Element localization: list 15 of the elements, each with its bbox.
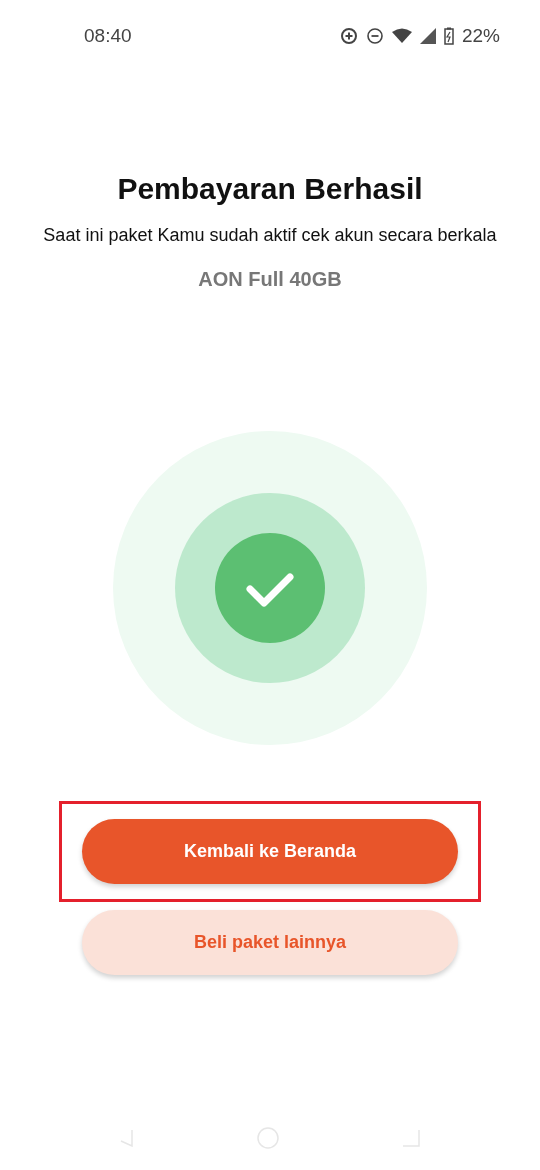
- recents-icon[interactable]: [402, 1129, 420, 1147]
- success-check-icon: [113, 431, 427, 745]
- signal-icon: [419, 28, 436, 44]
- home-icon[interactable]: [256, 1126, 280, 1150]
- action-button[interactable]: Kembali ke Beranda: [82, 819, 458, 884]
- status-message: Saat ini paket Kamu sudah aktif cek akun secara berkala: [42, 224, 498, 246]
- action-button[interactable]: Beli paket lainnya: [82, 910, 458, 975]
- package-name: AON Full 40GB: [198, 268, 342, 291]
- status-time: 08:40: [84, 25, 132, 47]
- battery-percent: 22%: [461, 25, 500, 47]
- back-icon[interactable]: [120, 1129, 134, 1147]
- page-title: Pembayaran Berhasil: [117, 172, 423, 206]
- battery-icon: [443, 27, 454, 45]
- minus-circle-icon: [365, 27, 384, 45]
- wifi-icon: [391, 28, 412, 44]
